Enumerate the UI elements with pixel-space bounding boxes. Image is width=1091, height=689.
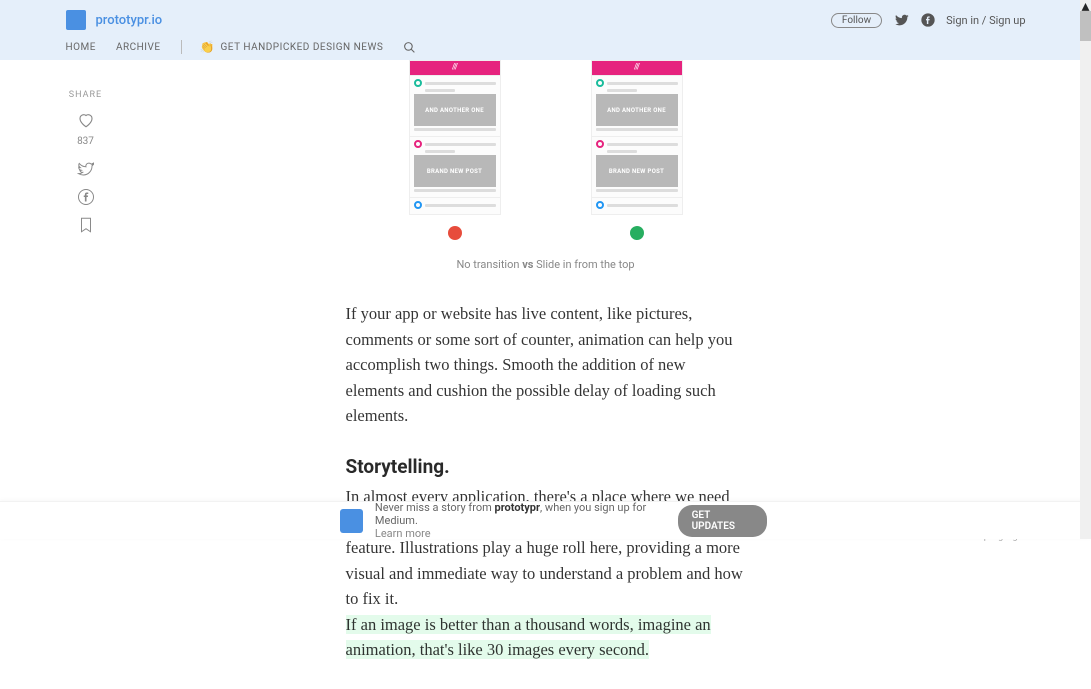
footer-logo[interactable] <box>340 509 363 533</box>
brand-name[interactable]: prototypr.io <box>96 13 163 28</box>
phone-header <box>410 61 500 75</box>
avatar-icon <box>414 201 422 209</box>
figure-caption: No transition vs Slide in from the top <box>346 258 746 271</box>
get-updates-button[interactable]: GET UPDATES <box>678 505 767 537</box>
nav-divider <box>181 40 182 54</box>
thumbs-down-icon <box>448 226 462 240</box>
post-image: BRAND NEW POST <box>596 155 678 187</box>
subscribe-bar: Never miss a story from prototypr, when … <box>0 501 1091 539</box>
article-body: AND ANOTHER ONE BRAND NEW POST <box>346 60 746 663</box>
footer-text: Never miss a story from prototypr, when … <box>375 501 678 540</box>
avatar-icon <box>414 140 422 148</box>
follow-button[interactable]: Follow <box>831 13 882 28</box>
search-icon[interactable] <box>403 41 416 54</box>
post-image: AND ANOTHER ONE <box>596 94 678 126</box>
section-heading: Storytelling. <box>346 455 746 478</box>
phone-right: AND ANOTHER ONE BRAND NEW POST <box>591 60 683 258</box>
figure-phones: AND ANOTHER ONE BRAND NEW POST <box>346 60 746 271</box>
scroll-thumb[interactable] <box>1080 11 1091 41</box>
share-twitter-button[interactable] <box>66 157 106 181</box>
post-image: BRAND NEW POST <box>414 155 496 187</box>
signin-link[interactable]: Sign in / Sign up <box>946 14 1025 27</box>
avatar-icon <box>414 79 422 87</box>
brand-logo[interactable] <box>66 10 86 30</box>
facebook-icon[interactable] <box>920 12 936 28</box>
scrollbar[interactable]: ▴ <box>1080 0 1091 539</box>
thumbs-up-icon <box>630 226 644 240</box>
paragraph: If your app or website has live content,… <box>346 301 746 429</box>
avatar-icon <box>596 79 604 87</box>
bookmark-icon <box>77 216 95 234</box>
share-column: SHARE 837 <box>66 90 106 241</box>
paragraph-highlighted: If an image is better than a thousand wo… <box>346 612 746 663</box>
facebook-icon <box>77 188 95 206</box>
bookmark-button[interactable] <box>66 213 106 237</box>
avatar-icon <box>596 140 604 148</box>
learn-more-link[interactable]: Learn more <box>375 527 431 540</box>
nav-archive[interactable]: ARCHIVE <box>116 42 161 53</box>
avatar-icon <box>596 201 604 209</box>
nav-home[interactable]: HOME <box>66 42 96 53</box>
hand-icon: 👏 <box>200 40 215 54</box>
twitter-icon <box>77 160 95 178</box>
share-facebook-button[interactable] <box>66 185 106 209</box>
top-bar: prototypr.io Follow Sign in / Sign up HO… <box>0 0 1091 60</box>
phone-left: AND ANOTHER ONE BRAND NEW POST <box>409 60 501 258</box>
heart-icon <box>77 111 95 129</box>
share-label: SHARE <box>66 90 106 100</box>
phone-header <box>592 61 682 75</box>
like-button[interactable] <box>66 108 106 132</box>
twitter-icon[interactable] <box>894 12 910 28</box>
scroll-up-icon[interactable]: ▴ <box>1080 0 1091 11</box>
nav-news[interactable]: GET HANDPICKED DESIGN NEWS <box>221 42 384 53</box>
post-image: AND ANOTHER ONE <box>414 94 496 126</box>
like-count: 837 <box>66 136 106 147</box>
